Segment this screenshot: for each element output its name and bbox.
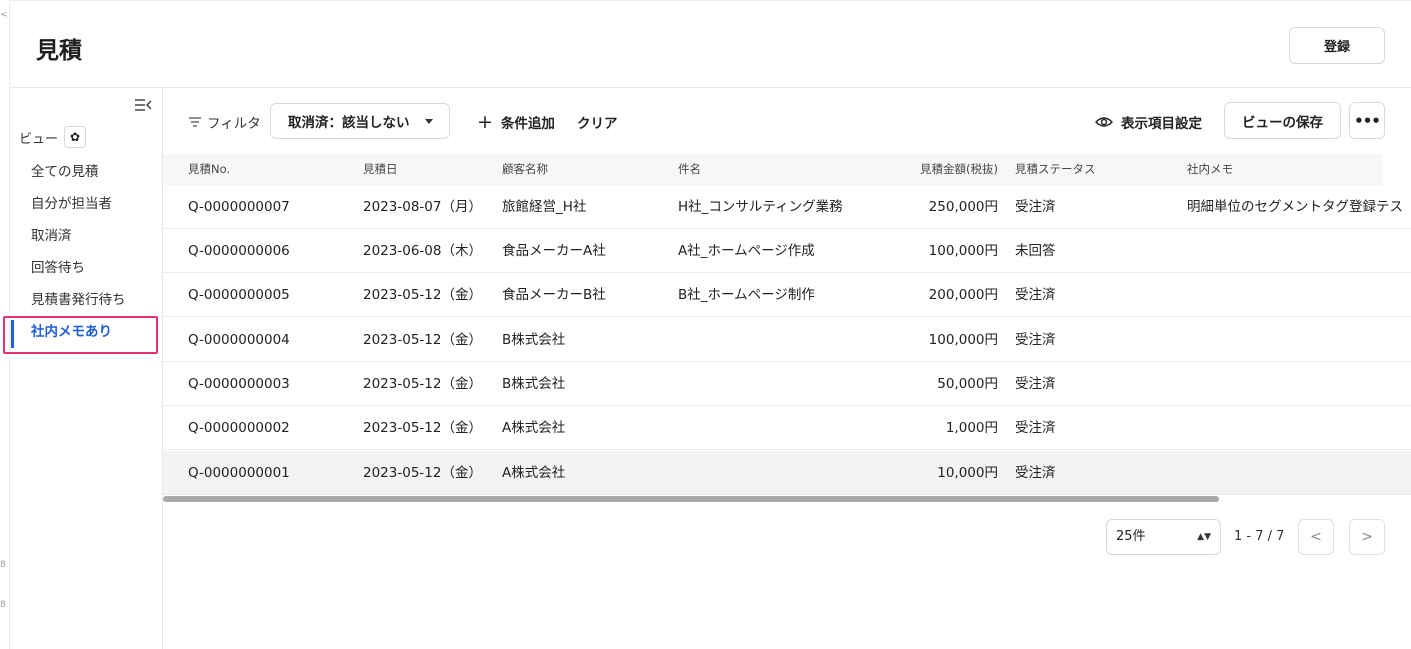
clear-button[interactable]: クリア <box>577 112 618 132</box>
table-row[interactable]: Q-0000000007 2023-08-07（月） 旅館経営_H社 H社_コン… <box>163 185 1411 229</box>
customer-name: A株式会社 <box>502 420 566 436</box>
quote-number: Q-0000000007 <box>188 199 290 215</box>
gear-icon[interactable]: ✿ <box>64 126 87 148</box>
eye-icon <box>1095 117 1113 127</box>
status: 受注済 <box>1015 420 1056 436</box>
amount: 100,000円 <box>928 243 998 259</box>
quote-number: Q-0000000004 <box>188 332 290 348</box>
column-header[interactable]: 見積No. <box>188 154 230 185</box>
table-row[interactable]: Q-0000000001 2023-05-12（金） A株式会社 10,000円… <box>163 451 1411 495</box>
chevron-right-icon: > <box>1361 529 1373 545</box>
quote-date: 2023-05-12（金） <box>363 332 482 348</box>
amount: 200,000円 <box>928 287 998 303</box>
edge-mark: < <box>0 10 8 20</box>
plus-icon: + <box>477 111 493 133</box>
column-header[interactable]: 見積金額(税抜) <box>863 154 998 185</box>
column-header[interactable]: 見積日 <box>363 154 398 185</box>
page-size-value: 25件 <box>1116 529 1146 544</box>
sidebar-item-awaiting-response[interactable]: 回答待ち <box>10 256 163 288</box>
table-row[interactable]: Q-0000000006 2023-06-08（木） 食品メーカーA社 A社_ホ… <box>163 229 1411 273</box>
status: 受注済 <box>1015 376 1056 392</box>
caret-down-icon <box>425 119 433 124</box>
amount: 100,000円 <box>928 332 998 348</box>
quote-date: 2023-08-07（月） <box>363 199 482 215</box>
page-title: 見積 <box>36 38 82 64</box>
filter-chip-label: 取消済：該当しない <box>288 115 410 131</box>
filter-button[interactable]: フィルタ <box>189 112 261 132</box>
add-condition-button[interactable]: + 条件追加 <box>477 111 555 133</box>
quotes-table: 見積No. 見積日 顧客名称 件名 見積金額(税抜) 見積ステータス 社内メモ … <box>163 154 1411 498</box>
status: 受注済 <box>1015 199 1056 215</box>
quote-date: 2023-05-12（金） <box>363 287 482 303</box>
subject: B社_ホームページ制作 <box>678 287 815 303</box>
quote-number: Q-0000000006 <box>188 243 290 259</box>
next-page-button[interactable]: > <box>1349 519 1385 555</box>
table-row[interactable]: Q-0000000005 2023-05-12（金） 食品メーカーB社 B社_ホ… <box>163 273 1411 317</box>
updown-icon: ▲▼ <box>1197 532 1211 542</box>
page-size-select[interactable]: 25件 ▲▼ <box>1106 519 1221 555</box>
subject: A社_ホームページ作成 <box>678 243 815 259</box>
pagination: 25件 ▲▼ 1 - 7 / 7 < > <box>1106 519 1386 555</box>
column-header[interactable]: 社内メモ <box>1187 154 1233 185</box>
prev-page-button[interactable]: < <box>1298 519 1334 555</box>
filter-icon <box>189 117 201 127</box>
page-range: 1 - 7 / 7 <box>1234 529 1285 544</box>
quote-number: Q-0000000005 <box>188 287 290 303</box>
page-header: 見積 登録 <box>10 0 1411 88</box>
status: 受注済 <box>1015 287 1056 303</box>
quote-date: 2023-05-12（金） <box>363 420 482 436</box>
quote-number: Q-0000000001 <box>188 465 290 481</box>
subject: H社_コンサルティング業務 <box>678 199 843 215</box>
horizontal-scrollbar[interactable] <box>163 496 1219 502</box>
customer-name: B株式会社 <box>502 376 566 392</box>
status: 受注済 <box>1015 332 1056 348</box>
column-header[interactable]: 見積ステータス <box>1015 154 1096 185</box>
customer-name: 旅館経営_H社 <box>502 199 587 215</box>
customer-name: B株式会社 <box>502 332 566 348</box>
highlight-annotation <box>3 316 158 354</box>
view-label: ビュー <box>19 131 59 147</box>
customer-name: 食品メーカーB社 <box>502 287 606 303</box>
edge-mark: 8 <box>0 560 6 570</box>
customer-name: A株式会社 <box>502 465 566 481</box>
amount: 50,000円 <box>937 376 998 392</box>
quote-date: 2023-05-12（金） <box>363 465 482 481</box>
filter-chip-cancelled[interactable]: 取消済：該当しない <box>270 103 450 139</box>
more-options-icon[interactable]: ••• <box>1349 102 1385 139</box>
sidebar-item-my-quotes[interactable]: 自分が担当者 <box>10 192 163 224</box>
quote-number: Q-0000000002 <box>188 420 290 436</box>
filter-toolbar: フィルタ 取消済：該当しない + 条件追加 クリア 表示項目設定 ビューの保存 … <box>163 88 1411 154</box>
column-header[interactable]: 件名 <box>678 154 701 185</box>
quote-date: 2023-05-12（金） <box>363 376 482 392</box>
table-row[interactable]: Q-0000000002 2023-05-12（金） A株式会社 1,000円 … <box>163 406 1411 450</box>
sidebar-item-all-quotes[interactable]: 全ての見積 <box>10 160 163 192</box>
chevron-left-icon: < <box>1310 529 1322 545</box>
amount: 1,000円 <box>945 420 998 436</box>
status: 受注済 <box>1015 465 1056 481</box>
internal-memo: 明細単位のセグメントタグ登録テス <box>1187 199 1403 215</box>
filter-label: フィルタ <box>207 116 261 132</box>
quote-number: Q-0000000003 <box>188 376 290 392</box>
save-view-button[interactable]: ビューの保存 <box>1224 102 1341 139</box>
amount: 250,000円 <box>928 199 998 215</box>
column-header[interactable]: 顧客名称 <box>502 154 548 185</box>
display-settings-button[interactable]: 表示項目設定 <box>1095 112 1202 132</box>
edge-mark: 8 <box>0 600 6 610</box>
view-heading: ビュー ✿ <box>19 126 87 148</box>
add-condition-label: 条件追加 <box>500 116 555 132</box>
register-button[interactable]: 登録 <box>1289 27 1385 64</box>
amount: 10,000円 <box>937 465 998 481</box>
table-row[interactable]: Q-0000000003 2023-05-12（金） B株式会社 50,000円… <box>163 362 1411 406</box>
customer-name: 食品メーカーA社 <box>502 243 606 259</box>
quote-date: 2023-06-08（木） <box>363 243 482 259</box>
table-header: 見積No. 見積日 顧客名称 件名 見積金額(税抜) 見積ステータス 社内メモ <box>163 154 1383 185</box>
table-row[interactable]: Q-0000000004 2023-05-12（金） B株式会社 100,000… <box>163 318 1411 362</box>
display-settings-label: 表示項目設定 <box>1121 116 1202 132</box>
view-sidebar: ビュー ✿ 全ての見積 自分が担当者 取消済 回答待ち 見積書発行待ち 社内メモ… <box>10 88 163 649</box>
status: 未回答 <box>1015 243 1056 259</box>
sidebar-collapse-icon[interactable] <box>134 98 152 112</box>
sidebar-item-cancelled[interactable]: 取消済 <box>10 224 163 256</box>
